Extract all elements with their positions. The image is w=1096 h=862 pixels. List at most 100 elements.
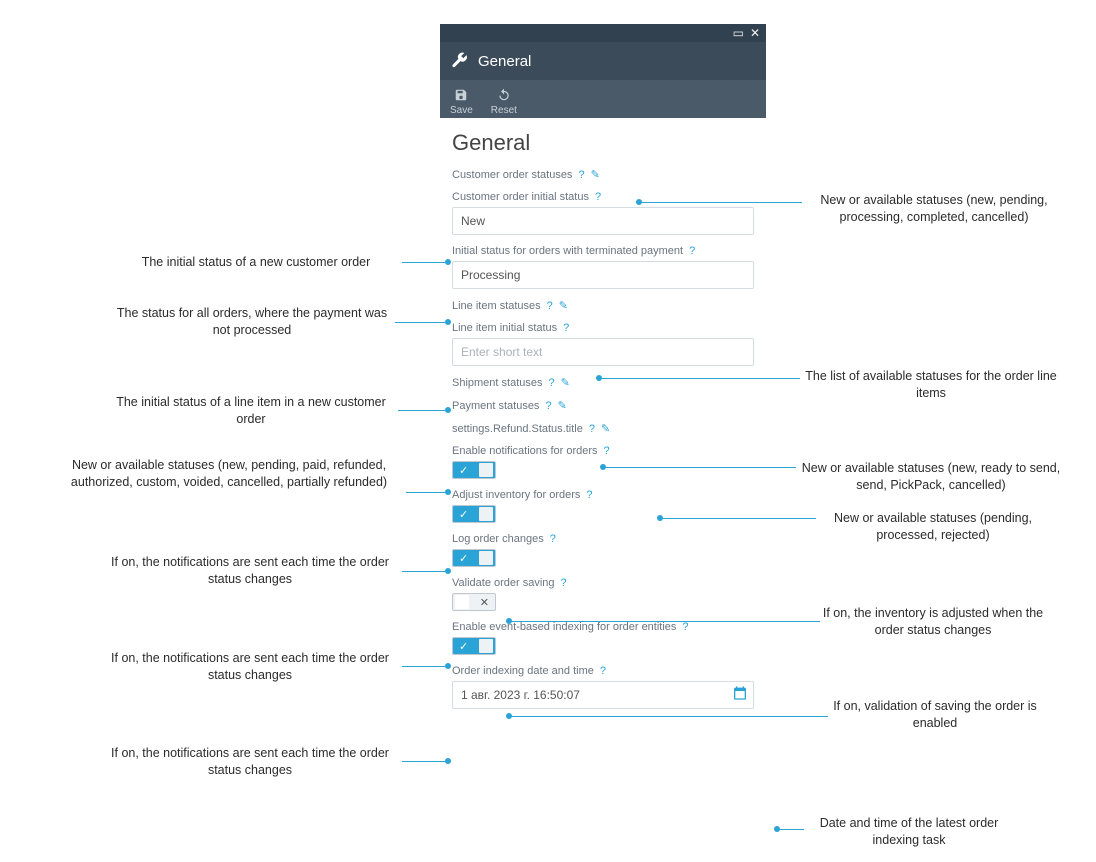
field-customer-order-statuses: Customer order statuses ? ✎: [452, 168, 754, 181]
wrench-icon: [450, 50, 468, 72]
help-icon[interactable]: ?: [545, 400, 551, 412]
help-icon[interactable]: ?: [547, 300, 553, 312]
help-icon[interactable]: ?: [595, 191, 601, 203]
panel-toolbar: Save Reset: [440, 80, 766, 118]
callout-line: [510, 621, 820, 622]
edit-icon[interactable]: ✎: [601, 422, 610, 435]
field-label: settings.Refund.Status.title: [452, 423, 583, 435]
callout-line: [402, 761, 447, 762]
check-icon: ✓: [459, 552, 468, 565]
callout-line: [604, 467, 796, 468]
callout-line: [510, 716, 828, 717]
close-window-icon[interactable]: ✕: [750, 26, 760, 40]
callout-dot: [445, 758, 451, 764]
field-log-order-changes: Log order changes ? ✓: [452, 533, 754, 567]
toggle-knob: [479, 639, 493, 653]
check-icon: ✓: [459, 640, 468, 653]
edit-icon[interactable]: ✎: [591, 168, 600, 181]
field-label: Line item initial status: [452, 322, 557, 334]
field-label: Validate order saving: [452, 577, 555, 589]
field-initial-status-terminated-payment: Initial status for orders with terminate…: [452, 245, 754, 289]
field-label: Log order changes: [452, 533, 544, 545]
x-icon: ✕: [480, 596, 489, 609]
calendar-icon[interactable]: [732, 685, 748, 706]
help-icon[interactable]: ?: [550, 533, 556, 545]
field-payment-statuses: Payment statuses ? ✎: [452, 399, 754, 412]
callout-log-order-changes: If on, the notifications are sent each t…: [100, 650, 400, 684]
field-label: Enable event-based indexing for order en…: [452, 621, 676, 633]
callout-refund-statuses: New or available statuses (pending, proc…: [818, 510, 1048, 544]
callout-shipment-statuses: New or available statuses (new, ready to…: [798, 460, 1064, 494]
adjust-inventory-toggle[interactable]: ✓: [452, 505, 496, 523]
callout-dot: [445, 568, 451, 574]
save-button[interactable]: Save: [450, 88, 473, 116]
restore-window-icon[interactable]: ▭: [733, 26, 744, 40]
field-label: Enable notifications for orders: [452, 445, 598, 457]
callout-line: [402, 262, 447, 263]
help-icon[interactable]: ?: [604, 445, 610, 457]
field-label: Customer order statuses: [452, 169, 572, 181]
callout-line: [398, 410, 447, 411]
toggle-knob: [479, 507, 493, 521]
field-refund-status-title: settings.Refund.Status.title ? ✎: [452, 422, 754, 435]
toggle-knob: [479, 463, 493, 477]
reset-icon: [497, 88, 511, 104]
enable-event-based-indexing-toggle[interactable]: ✓: [452, 637, 496, 655]
edit-icon[interactable]: ✎: [561, 376, 570, 389]
validate-order-saving-toggle[interactable]: ✕: [452, 593, 496, 611]
window-titlebar: ▭ ✕: [440, 24, 766, 42]
callout-enable-notifications: If on, the notifications are sent each t…: [100, 554, 400, 588]
toggle-knob: [479, 551, 493, 565]
callout-event-indexing: If on, the notifications are sent each t…: [100, 745, 400, 779]
reset-button[interactable]: Reset: [491, 88, 517, 116]
callout-line: [600, 378, 800, 379]
save-icon: [454, 88, 468, 104]
callout-adjust-inventory: If on, the inventory is adjusted when th…: [822, 605, 1044, 639]
log-order-changes-toggle[interactable]: ✓: [452, 549, 496, 567]
callout-payment-statuses: New or available statuses (new, pending,…: [54, 457, 404, 491]
callout-indexing-datetime: Date and time of the latest order indexi…: [806, 815, 1012, 849]
callout-line: [778, 829, 804, 830]
panel-header-title: General: [478, 53, 531, 70]
panel-header: General: [440, 42, 766, 80]
callout-line: [402, 571, 447, 572]
initial-status-terminated-payment-input[interactable]: [452, 261, 754, 289]
callout-line-item-initial-status: The initial status of a line item in a n…: [106, 394, 396, 428]
callout-line: [402, 666, 447, 667]
help-icon[interactable]: ?: [561, 577, 567, 589]
field-order-indexing-datetime: Order indexing date and time ?: [452, 665, 754, 709]
help-icon[interactable]: ?: [589, 423, 595, 435]
callout-dot: [445, 663, 451, 669]
help-icon[interactable]: ?: [600, 665, 606, 677]
callout-line-item-statuses: The list of available statuses for the o…: [800, 368, 1062, 402]
edit-icon[interactable]: ✎: [558, 399, 567, 412]
line-item-initial-status-input[interactable]: [452, 338, 754, 366]
help-icon[interactable]: ?: [689, 245, 695, 257]
help-icon[interactable]: ?: [682, 621, 688, 633]
callout-validate-saving: If on, validation of saving the order is…: [830, 698, 1040, 732]
callout-terminated-payment: The status for all orders, where the pay…: [112, 305, 392, 339]
customer-order-initial-status-input[interactable]: [452, 207, 754, 235]
order-indexing-datetime-input[interactable]: [452, 681, 754, 709]
field-enable-event-based-indexing: Enable event-based indexing for order en…: [452, 621, 754, 655]
callout-line: [406, 492, 447, 493]
field-label: Customer order initial status: [452, 191, 589, 203]
field-label: Shipment statuses: [452, 377, 543, 389]
callout-customer-order-statuses: New or available statuses (new, pending,…: [804, 192, 1064, 226]
field-label: Adjust inventory for orders: [452, 489, 580, 501]
enable-notifications-toggle[interactable]: ✓: [452, 461, 496, 479]
callout-line: [640, 202, 802, 203]
settings-panel: ▭ ✕ General Save Reset General Customer …: [440, 24, 766, 719]
help-icon[interactable]: ?: [563, 322, 569, 334]
callout-line: [395, 322, 447, 323]
field-line-item-initial-status: Line item initial status ?: [452, 322, 754, 366]
help-icon[interactable]: ?: [549, 377, 555, 389]
check-icon: ✓: [459, 508, 468, 521]
callout-dot: [445, 489, 451, 495]
field-enable-notifications: Enable notifications for orders ? ✓: [452, 445, 754, 479]
help-icon[interactable]: ?: [578, 169, 584, 181]
help-icon[interactable]: ?: [586, 489, 592, 501]
field-label: Line item statuses: [452, 300, 541, 312]
edit-icon[interactable]: ✎: [559, 299, 568, 312]
callout-dot: [445, 319, 451, 325]
